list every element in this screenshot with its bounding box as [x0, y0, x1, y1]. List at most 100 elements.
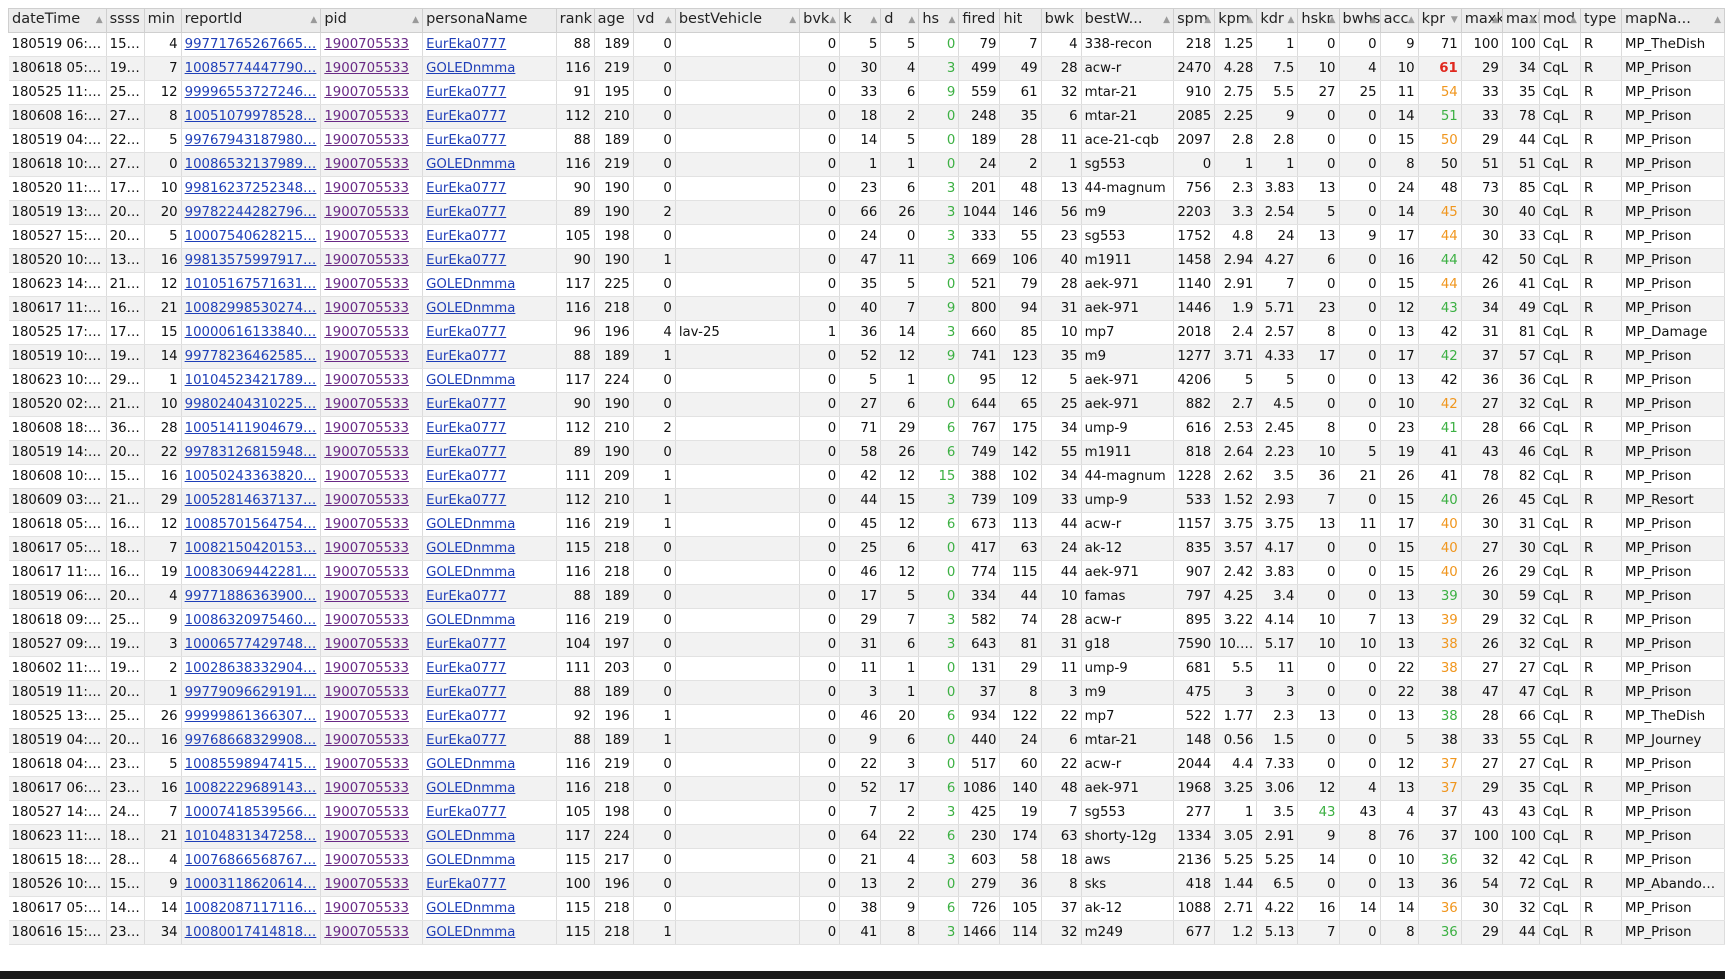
personaname-link[interactable]: EurEka0777 [426, 85, 506, 100]
reportid-link[interactable]: 10052814637137… [185, 493, 317, 508]
personaname-link[interactable]: GOLEDnmma [426, 517, 515, 532]
column-header-reportid[interactable]: reportId ▲ [180, 8, 322, 33]
table-row[interactable]: 180617 05:08 1447 14 10082087117116… 1900705… [8, 896, 1725, 921]
pid-link[interactable]: 1900705533 [324, 565, 409, 580]
personaname-link[interactable]: GOLEDnmma [426, 925, 515, 940]
table-row[interactable]: 180519 10:46 1988 14 99778236462585… 1900705… [8, 344, 1725, 369]
reportid-link[interactable]: 10051079978528… [185, 109, 317, 124]
reportid-link[interactable]: 99771886363900… [185, 589, 317, 604]
reportid-link[interactable]: 10000616133840… [185, 325, 317, 340]
column-header-mapname[interactable]: mapNa... ▲ [1621, 8, 1725, 33]
table-row[interactable]: 180520 11:52 1721 10 99816237252348… 1900705… [8, 176, 1725, 201]
table-row[interactable]: 180527 09:12 1954 3 10006577429748… 19007055… [8, 632, 1725, 657]
column-header-type[interactable]: type [1579, 8, 1623, 33]
table-row[interactable]: 180623 14:13 2156 12 10105167571631… 1900705… [8, 272, 1725, 297]
personaname-link[interactable]: EurEka0777 [426, 709, 506, 724]
pid-link[interactable]: 1900705533 [324, 85, 409, 100]
table-row[interactable]: 180617 11:42 1694 19 10083069442281… 1900705… [8, 560, 1725, 585]
reportid-link[interactable]: 10006577429748… [185, 637, 317, 652]
reportid-link[interactable]: 10050243363820… [185, 469, 317, 484]
personaname-link[interactable]: GOLEDnmma [426, 757, 515, 772]
personaname-link[interactable]: GOLEDnmma [426, 565, 515, 580]
column-header-k[interactable]: k ▲ [839, 8, 882, 33]
personaname-link[interactable]: EurEka0777 [426, 133, 506, 148]
column-header-age[interactable]: age [593, 8, 634, 33]
reportid-link[interactable]: 99816237252348… [185, 181, 317, 196]
table-row[interactable]: 180519 06:22 1530 4 99771765267665… 19007055… [8, 32, 1725, 57]
reportid-link[interactable]: 10086320975460… [185, 613, 317, 628]
personaname-link[interactable]: EurEka0777 [426, 589, 506, 604]
table-row[interactable]: 180618 04:39 2384 5 10085598947415… 19007055… [8, 752, 1725, 777]
column-header-datetime[interactable]: dateTime ▲ [8, 8, 107, 33]
pid-link[interactable]: 1900705533 [324, 781, 409, 796]
personaname-link[interactable]: EurEka0777 [426, 493, 506, 508]
reportid-link[interactable]: 10003118620614… [185, 877, 317, 892]
table-row[interactable]: 180520 02:49 2107 10 99802404310225… 1900705… [8, 392, 1725, 417]
table-row[interactable]: 180519 06:36 2070 4 99771886363900… 19007055… [8, 584, 1725, 609]
table-row[interactable]: 180617 05:40 1827 7 10082150420153… 19007055… [8, 536, 1725, 561]
table-row[interactable]: 180617 11:13 1628 21 10082998530274… 1900705… [8, 296, 1725, 321]
column-header-personaname[interactable]: personaName [422, 8, 557, 33]
reportid-link[interactable]: 10051411904679… [185, 421, 317, 436]
table-row[interactable]: 180525 17:39 1737 15 10000616133840… 1900705… [8, 320, 1725, 345]
pid-link[interactable]: 1900705533 [324, 253, 409, 268]
table-row[interactable]: 180617 06:20 2346 16 10082229689143… 1900705… [8, 776, 1725, 801]
pid-link[interactable]: 1900705533 [324, 109, 409, 124]
pid-link[interactable]: 1900705533 [324, 205, 409, 220]
personaname-link[interactable]: EurEka0777 [426, 325, 506, 340]
pid-link[interactable]: 1900705533 [324, 733, 409, 748]
column-header-vd[interactable]: vd ▲ [632, 8, 676, 33]
pid-link[interactable]: 1900705533 [324, 493, 409, 508]
table-row[interactable]: 180618 09:30 2523 9 10086320975460… 19007055… [8, 608, 1725, 633]
table-row[interactable]: 180519 04:27 2032 16 99768668329908… 1900705… [8, 728, 1725, 753]
pid-link[interactable]: 1900705533 [324, 685, 409, 700]
pid-link[interactable]: 1900705533 [324, 613, 409, 628]
table-row[interactable]: 180526 10:11 1596 9 10003118620614… 19007055… [8, 872, 1725, 897]
reportid-link[interactable]: 99999861366307… [185, 709, 317, 724]
reportid-link[interactable]: 99783126815948… [185, 445, 317, 460]
personaname-link[interactable]: GOLEDnmma [426, 781, 515, 796]
reportid-link[interactable]: 10082229689143… [185, 781, 317, 796]
column-header-min[interactable]: min [143, 8, 182, 33]
pid-link[interactable]: 1900705533 [324, 157, 409, 172]
personaname-link[interactable]: EurEka0777 [426, 397, 506, 412]
pid-link[interactable]: 1900705533 [324, 829, 409, 844]
table-row[interactable]: 180608 10:16 1519 16 10050243363820… 1900705… [8, 464, 1725, 489]
reportid-link[interactable]: 10007418539566… [185, 805, 317, 820]
table-row[interactable]: 180608 18:35 3630 28 10051411904679… 1900705… [8, 416, 1725, 441]
reportid-link[interactable]: 10085774447790… [185, 61, 317, 76]
reportid-link[interactable]: 10082998530274… [185, 301, 317, 316]
reportid-link[interactable]: 10104523421789… [185, 373, 317, 388]
pid-link[interactable]: 1900705533 [324, 133, 409, 148]
table-row[interactable]: 180616 15:41 2368 34 10080017414818… 1900705… [8, 920, 1725, 945]
personaname-link[interactable]: GOLEDnmma [426, 901, 515, 916]
personaname-link[interactable]: EurEka0777 [426, 445, 506, 460]
reportid-link[interactable]: 99782244282796… [185, 205, 317, 220]
table-row[interactable]: 180525 13:42 2512 26 99999861366307… 1900705… [8, 704, 1725, 729]
reportid-link[interactable]: 99771765267665… [185, 37, 317, 52]
personaname-link[interactable]: GOLEDnmma [426, 373, 515, 388]
column-header-fired[interactable]: fired [958, 8, 1001, 33]
table-row[interactable]: 180623 10:09 2907 1 10104523421789… 19007055… [8, 368, 1725, 393]
pid-link[interactable]: 1900705533 [324, 757, 409, 772]
column-header-hskr[interactable]: hskr ▲ [1297, 8, 1340, 33]
column-header-maxl[interactable]: maxl ▲ [1501, 8, 1540, 33]
column-header-hit[interactable]: hit [999, 8, 1042, 33]
column-header-mod[interactable]: mod ▲ [1538, 8, 1581, 33]
column-header-acc[interactable]: acc ▲ [1379, 8, 1419, 33]
personaname-link[interactable]: GOLEDnmma [426, 61, 515, 76]
reportid-link[interactable]: 10086532137989… [185, 157, 317, 172]
table-row[interactable]: 180519 13:27 2041 20 99782244282796… 1900705… [8, 200, 1725, 225]
pid-link[interactable]: 1900705533 [324, 397, 409, 412]
pid-link[interactable]: 1900705533 [324, 61, 409, 76]
column-header-hs[interactable]: hs ▲ [918, 8, 960, 33]
personaname-link[interactable]: GOLEDnmma [426, 277, 515, 292]
reportid-link[interactable]: 10028638332904… [185, 661, 317, 676]
reportid-link[interactable]: 10085598947415… [185, 757, 317, 772]
pid-link[interactable]: 1900705533 [324, 901, 409, 916]
pid-link[interactable]: 1900705533 [324, 325, 409, 340]
personaname-link[interactable]: GOLEDnmma [426, 613, 515, 628]
reportid-link[interactable]: 99996553727246… [185, 85, 317, 100]
reportid-link[interactable]: 10080017414818… [185, 925, 317, 940]
reportid-link[interactable]: 10082150420153… [185, 541, 317, 556]
